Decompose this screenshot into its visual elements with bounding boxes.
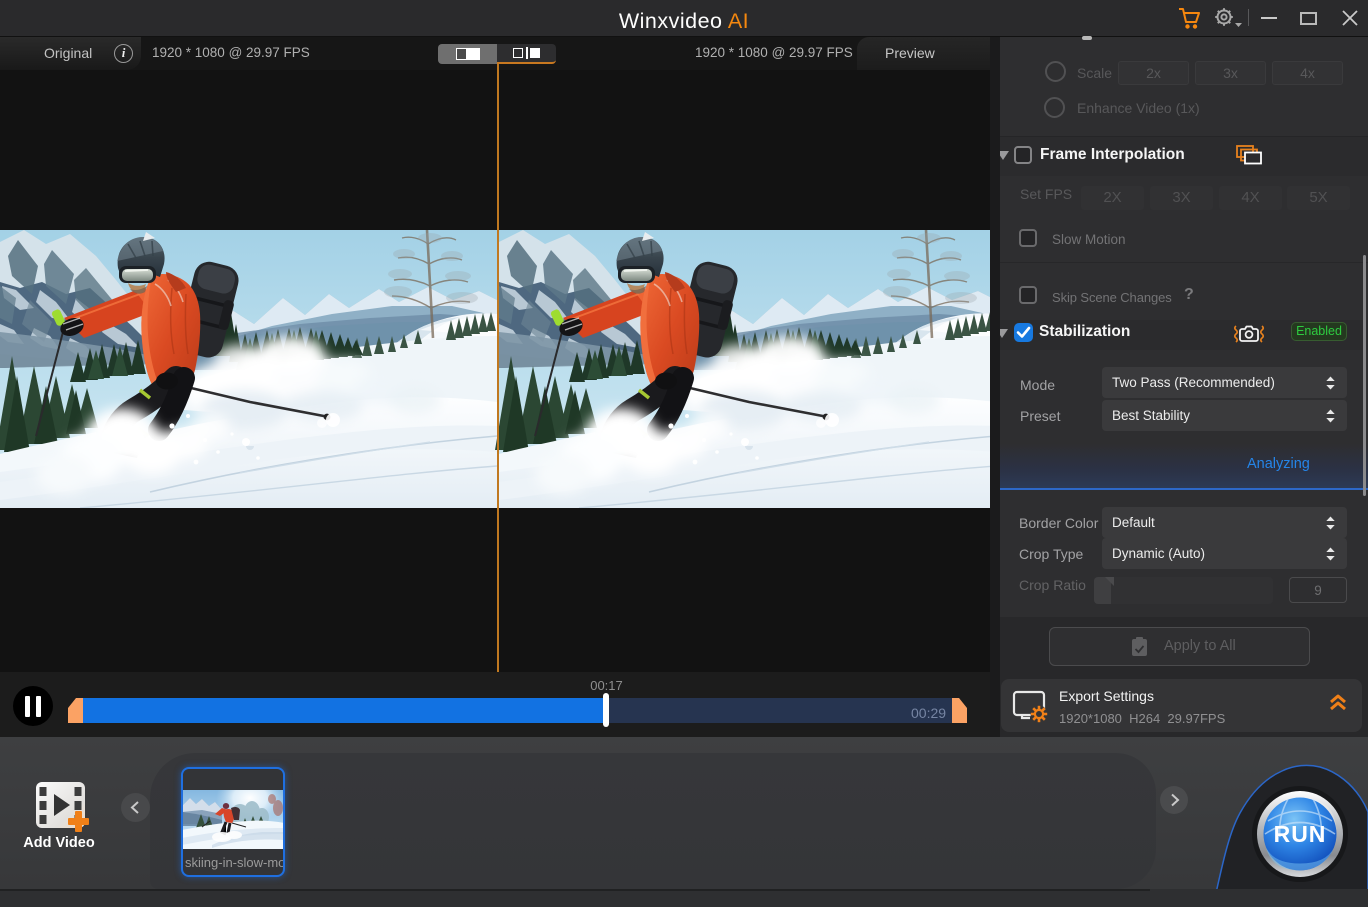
svg-text:RUN: RUN [1274,821,1327,847]
